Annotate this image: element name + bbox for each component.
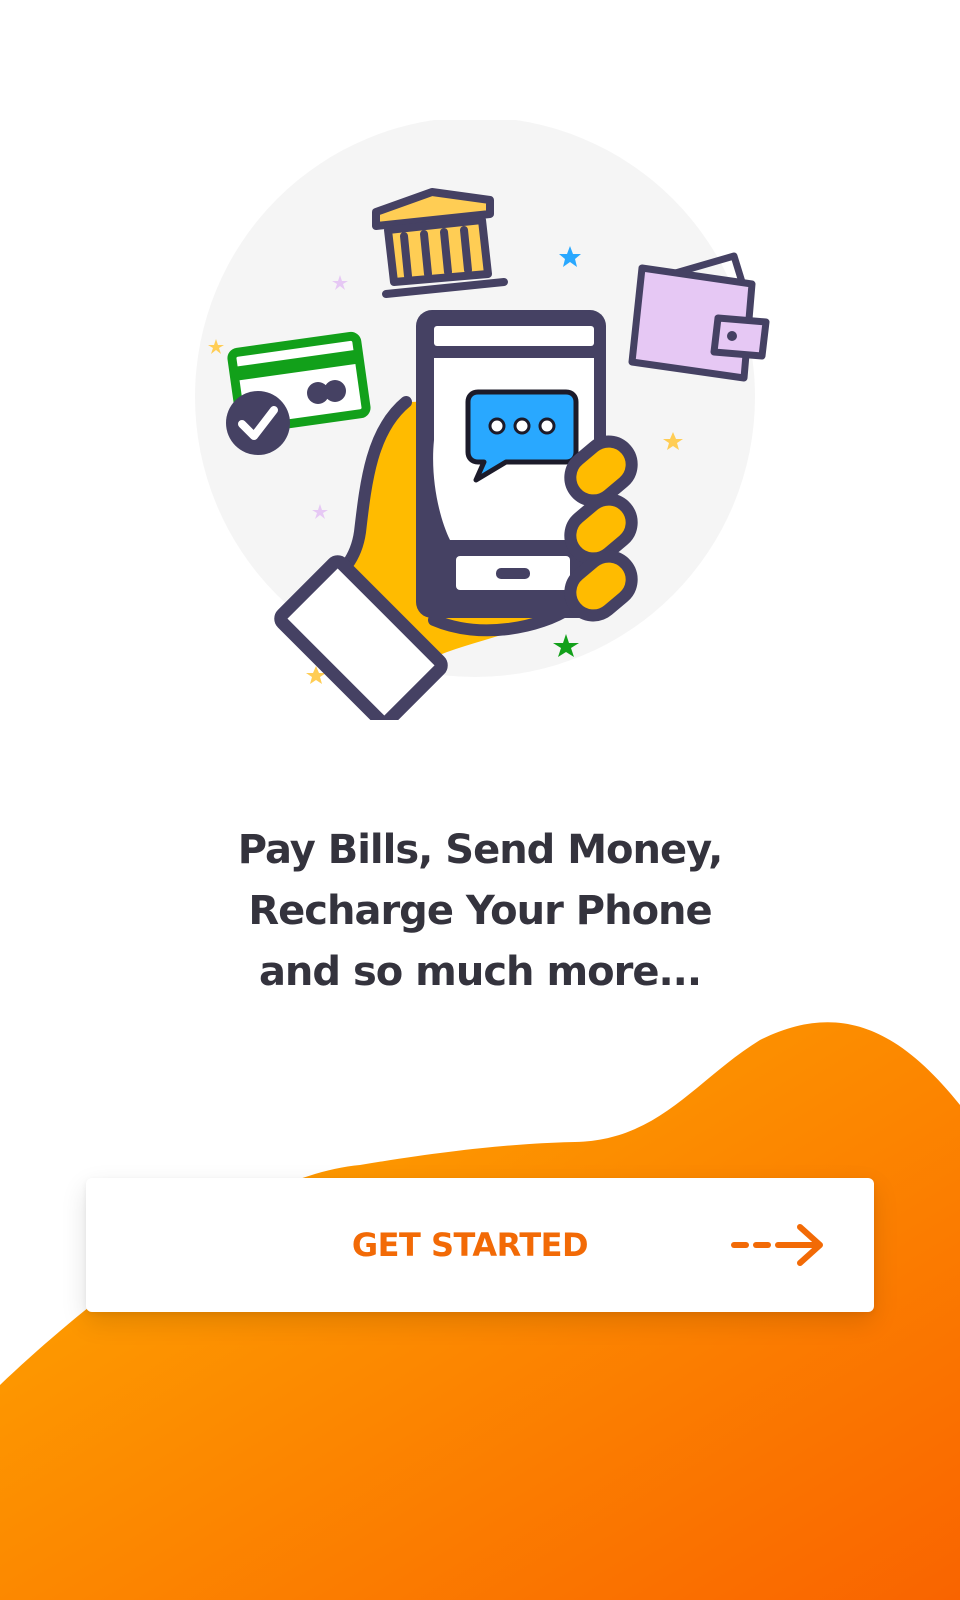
wallet-icon	[628, 252, 770, 382]
get-started-button[interactable]: GET STARTED	[86, 1178, 874, 1312]
hero-illustration	[195, 120, 770, 720]
onboarding-tagline: Pay Bills, Send Money, Recharge Your Pho…	[160, 820, 800, 1003]
onboarding-screen: Pay Bills, Send Money, Recharge Your Pho…	[0, 0, 960, 1600]
tagline-line: Pay Bills, Send Money,	[237, 827, 724, 873]
arrow-right-icon	[731, 1224, 823, 1266]
checkmark-icon	[226, 391, 290, 455]
tagline-line: Recharge Your Phone	[248, 888, 712, 934]
hand-fingers	[564, 435, 638, 622]
tagline-line: and so much more...	[258, 949, 702, 995]
